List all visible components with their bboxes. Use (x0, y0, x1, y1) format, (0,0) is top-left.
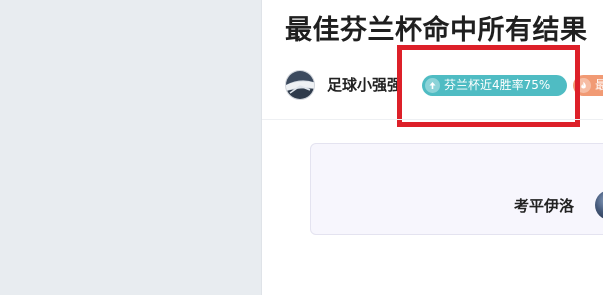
author-avatar-image (286, 71, 314, 99)
player-name: 考平伊洛 (514, 197, 575, 215)
highlight-box (397, 45, 580, 127)
author-name[interactable]: 足球小强强 (327, 75, 402, 95)
left-panel (0, 0, 261, 295)
panel-divider (261, 0, 262, 295)
header-divider (262, 119, 603, 120)
author-avatar[interactable] (285, 70, 315, 100)
hot-badge-label: 最 (595, 78, 603, 92)
match-card[interactable] (310, 143, 603, 235)
